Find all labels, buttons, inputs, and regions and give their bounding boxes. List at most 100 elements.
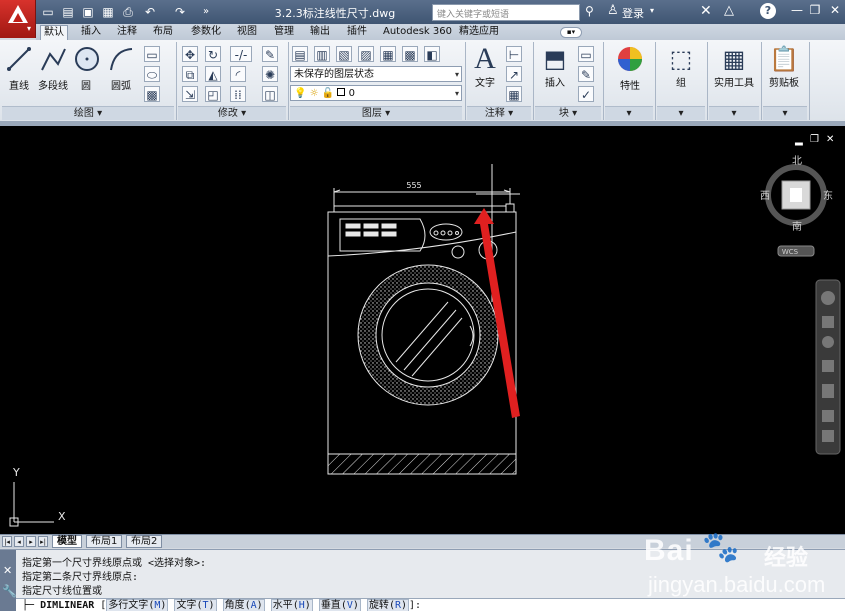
- print-icon[interactable]: ⎙: [120, 4, 136, 20]
- option-horizontal[interactable]: 水平(H): [270, 599, 313, 611]
- properties-button[interactable]: 特性: [612, 44, 648, 92]
- move-icon[interactable]: ✥: [182, 46, 198, 62]
- current-layer-select[interactable]: 💡 ☼ 🔓 0 ▾: [290, 85, 462, 101]
- offset-icon[interactable]: ◫: [262, 86, 278, 102]
- erase-icon[interactable]: ✎: [262, 46, 278, 62]
- mirror-icon[interactable]: ◭: [205, 66, 221, 82]
- ellipse-icon[interactable]: ⬭: [144, 66, 160, 82]
- first-tab-button[interactable]: |◂: [2, 536, 12, 547]
- rotate-icon[interactable]: ↻: [205, 46, 221, 62]
- tab-model[interactable]: 模型: [52, 535, 82, 548]
- group-panel-title[interactable]: ▾: [657, 106, 705, 120]
- layer-properties-icon[interactable]: ▤: [292, 46, 308, 62]
- layer-isolate-icon[interactable]: ▨: [358, 46, 374, 62]
- open-icon[interactable]: ▤: [60, 4, 76, 20]
- attribute-icon[interactable]: ✓: [578, 86, 594, 102]
- exchange-icon[interactable]: ✕: [700, 3, 712, 19]
- tab-plugins[interactable]: 插件: [344, 25, 370, 40]
- option-vertical[interactable]: 垂直(V): [318, 599, 361, 611]
- login-button[interactable]: 登录: [622, 5, 644, 21]
- create-block-icon[interactable]: ▭: [578, 46, 594, 62]
- explode-icon[interactable]: ✺: [262, 66, 278, 82]
- clipboard-button[interactable]: 📋 剪贴板: [764, 44, 804, 89]
- save-as-icon[interactable]: ▦: [100, 4, 116, 20]
- edit-block-icon[interactable]: ✎: [578, 66, 594, 82]
- viewport-close-button[interactable]: ✕: [826, 134, 834, 145]
- redo-icon[interactable]: ↷: [172, 4, 188, 20]
- viewport-minimize-button[interactable]: ▂: [795, 135, 803, 146]
- tab-manage[interactable]: 管理: [271, 25, 297, 40]
- tab-layout2[interactable]: 布局2: [126, 535, 163, 548]
- array-icon[interactable]: ⁞⁞: [230, 86, 246, 102]
- command-window-handle[interactable]: ✕ 🔧: [0, 550, 17, 611]
- leader-icon[interactable]: ↗: [506, 66, 522, 82]
- option-text[interactable]: 文字(T): [174, 599, 217, 611]
- tab-featured-apps[interactable]: 精选应用: [456, 25, 502, 40]
- chevron-down-icon[interactable]: ▾: [650, 6, 654, 15]
- annotation-panel-title[interactable]: 注释 ▾: [467, 106, 531, 120]
- utilities-button[interactable]: ▦ 实用工具: [710, 44, 758, 89]
- close-icon[interactable]: ✕: [3, 564, 12, 577]
- text-button[interactable]: A 文字: [470, 44, 500, 90]
- tab-parametric[interactable]: 参数化: [188, 25, 224, 40]
- layer-panel-title[interactable]: 图层 ▾: [290, 106, 462, 120]
- layer-match-icon[interactable]: ◧: [424, 46, 440, 62]
- dimension-icon[interactable]: ⊢: [506, 46, 522, 62]
- option-rotated[interactable]: 旋转(R): [366, 599, 410, 611]
- wrench-icon[interactable]: 🔧: [2, 584, 17, 598]
- tab-output[interactable]: 输出: [307, 25, 333, 40]
- block-panel-title[interactable]: 块 ▾: [535, 106, 601, 120]
- ribbon-toggle-button[interactable]: ▪▾: [560, 27, 582, 38]
- tab-view[interactable]: 视图: [234, 25, 260, 40]
- draw-panel-title[interactable]: 绘图 ▾: [2, 106, 174, 120]
- group-button[interactable]: ⬚ 组: [664, 44, 698, 89]
- polyline-button[interactable]: 多段线: [36, 44, 70, 92]
- stretch-icon[interactable]: ⇲: [182, 86, 198, 102]
- application-menu-button[interactable]: ▾: [0, 0, 36, 38]
- circle-button[interactable]: 圆: [72, 44, 100, 92]
- user-icon[interactable]: ♙: [607, 3, 619, 18]
- tab-annotate[interactable]: 注释: [114, 25, 140, 40]
- utilities-panel-title[interactable]: ▾: [709, 106, 759, 120]
- restore-button[interactable]: ❐: [808, 3, 822, 19]
- help-icon[interactable]: ?: [760, 3, 776, 19]
- tab-home[interactable]: 默认: [40, 25, 68, 40]
- layer-state-icon[interactable]: ▥: [314, 46, 330, 62]
- layer-lock-icon[interactable]: ▩: [402, 46, 418, 62]
- viewcube[interactable]: [765, 164, 827, 257]
- table-icon[interactable]: ▦: [506, 86, 522, 102]
- clipboard-panel-title[interactable]: ▾: [763, 106, 807, 120]
- option-mtext[interactable]: 多行文字(M): [106, 599, 169, 611]
- tab-autodesk-360[interactable]: Autodesk 360: [380, 25, 455, 40]
- prev-tab-button[interactable]: ◂: [14, 536, 24, 547]
- search-input[interactable]: 键入关键字或短语: [432, 4, 580, 21]
- layer-state-select[interactable]: 未保存的图层状态 ▾: [290, 66, 462, 82]
- binoculars-icon[interactable]: ⚲: [585, 4, 601, 20]
- navigation-bar[interactable]: [815, 279, 841, 455]
- undo-icon[interactable]: ↶: [142, 4, 158, 20]
- arc-button[interactable]: 圆弧: [106, 44, 136, 92]
- layer-off-icon[interactable]: ▧: [336, 46, 352, 62]
- scale-icon[interactable]: ◰: [205, 86, 221, 102]
- layer-freeze-icon[interactable]: ▦: [380, 46, 396, 62]
- insert-button[interactable]: ⬒ 插入: [540, 44, 570, 89]
- more-tools-icon[interactable]: »: [198, 4, 214, 20]
- copy-icon[interactable]: ⧉: [182, 66, 198, 82]
- option-angle[interactable]: 角度(A): [222, 599, 265, 611]
- autodesk-icon[interactable]: △: [724, 3, 734, 18]
- tab-layout1[interactable]: 布局1: [86, 535, 123, 548]
- minimize-button[interactable]: —: [790, 3, 804, 19]
- new-icon[interactable]: ▭: [40, 4, 56, 20]
- tab-insert[interactable]: 插入: [78, 25, 104, 40]
- viewport-restore-button[interactable]: ❐: [810, 134, 819, 145]
- save-icon[interactable]: ▣: [80, 4, 96, 20]
- modify-panel-title[interactable]: 修改 ▾: [178, 106, 286, 120]
- tab-layout[interactable]: 布局: [150, 25, 176, 40]
- next-tab-button[interactable]: ▸: [26, 536, 36, 547]
- drawing-canvas[interactable]: 555 Y X 北 南 东 西 WCS ▂ ❐ ✕: [0, 126, 845, 536]
- rectangle-icon[interactable]: ▭: [144, 46, 160, 62]
- fillet-icon[interactable]: ◜: [230, 66, 246, 82]
- properties-panel-title[interactable]: ▾: [605, 106, 653, 120]
- close-button[interactable]: ✕: [828, 3, 842, 19]
- last-tab-button[interactable]: ▸|: [38, 536, 48, 547]
